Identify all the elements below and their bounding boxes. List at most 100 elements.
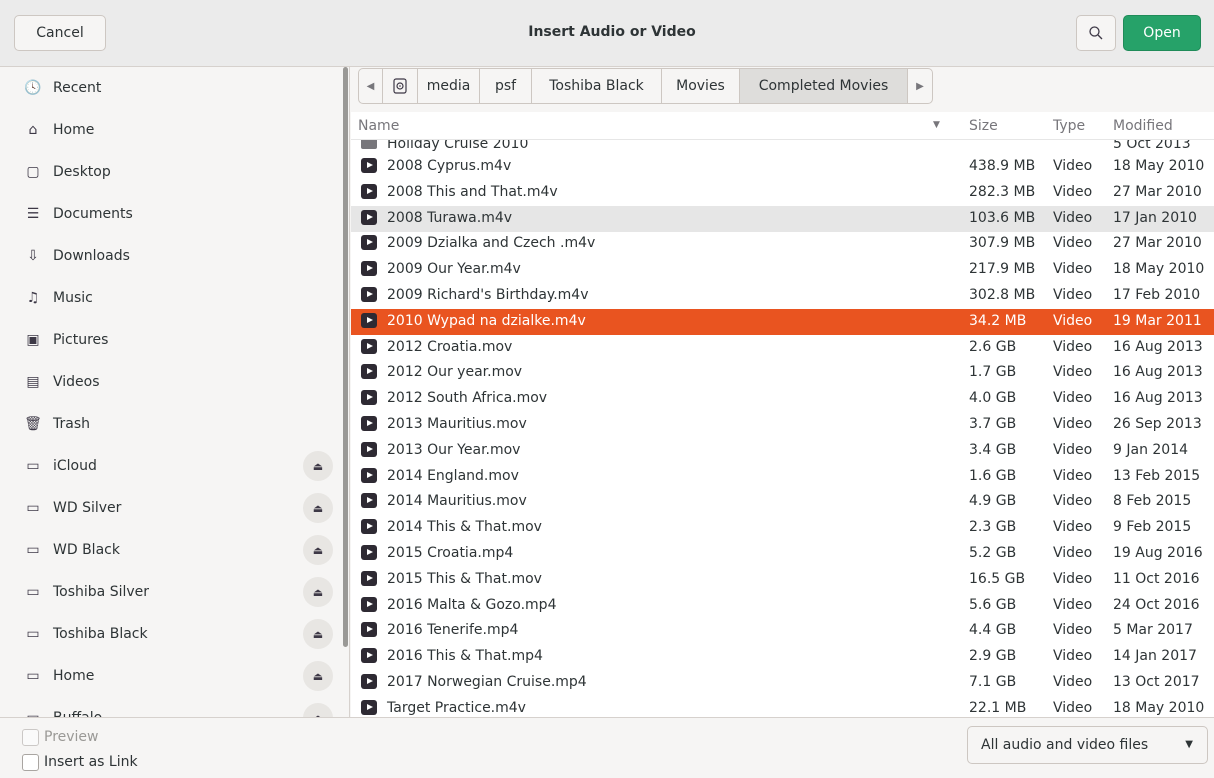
eject-icon[interactable]: ⏏ (303, 493, 333, 523)
file-name: 2008 Cyprus.m4v (387, 158, 512, 174)
file-row[interactable]: 2012 South Africa.mov 4.0 GB Video 16 Aug 2… (351, 386, 1214, 412)
eject-icon[interactable]: ⏏ (303, 535, 333, 565)
file-row[interactable]: 2014 England.mov 1.6 GB Video 13 Feb 2015 (351, 464, 1214, 490)
sidebar-item-label: Recent (53, 80, 102, 96)
file-type: Video (1053, 158, 1093, 174)
file-name: 2014 Mauritius.mov (387, 493, 527, 510)
sidebar-item-recent[interactable]: 🕓 Recent (0, 67, 340, 109)
file-name: 2013 Mauritius.mov (387, 416, 527, 432)
drive-icon: ▭ (26, 458, 40, 474)
search-button[interactable] (1076, 15, 1116, 51)
column-header-modified[interactable]: Modified (1113, 118, 1173, 134)
eject-icon[interactable]: ⏏ (303, 577, 333, 607)
eject-icon[interactable]: ⏏ (303, 619, 333, 649)
file-row[interactable]: 2008 Turawa.m4v 103.6 MB Video 17 Jan 2010 (351, 205, 1214, 232)
file-modified: 14 Jan 2017 (1113, 648, 1197, 665)
insert-as-link-checkbox[interactable] (22, 754, 39, 771)
file-row[interactable]: Target Practice.m4v 22.1 MB Video 18 May 20… (351, 696, 1214, 717)
sidebar-item-toshiba-black[interactable]: ▭ Toshiba Black ⏏ (0, 613, 340, 655)
sidebar-item-home[interactable]: ⌂ Home (0, 109, 340, 151)
sidebar-item-trash[interactable]: 🗑 Trash (0, 403, 340, 445)
video-file-icon (361, 648, 377, 664)
sidebar-item-pictures[interactable]: ▣ Pictures (0, 319, 340, 361)
file-row[interactable]: 2016 Malta & Gozo.mp4 5.6 GB Video 24 Oct 2… (351, 593, 1214, 619)
file-type: Video (1053, 648, 1093, 665)
eject-icon[interactable]: ⏏ (303, 703, 333, 717)
file-row[interactable]: 2009 Richard's Birthday.m4v 302.8 MB Video… (351, 283, 1214, 309)
file-size: 2.3 GB (969, 519, 1017, 536)
file-row[interactable]: 2012 Croatia.mov 2.6 GB Video 16 Aug 2013 (351, 335, 1214, 361)
column-header-type[interactable]: Type (1053, 118, 1085, 134)
sidebar-item-label: Trash (53, 416, 90, 432)
file-modified: 17 Feb 2010 (1113, 287, 1201, 303)
dialog-title: Insert Audio or Video (528, 24, 696, 40)
sidebar-item-downloads[interactable]: ⇩ Downloads (0, 235, 340, 277)
column-header-size[interactable]: Size (969, 118, 998, 134)
open-button[interactable]: Open (1123, 15, 1201, 51)
file-size: 34.2 MB (969, 312, 1027, 329)
file-row[interactable]: 2009 Dzialka and Czech .m4v 307.9 MB Video… (351, 231, 1214, 257)
sidebar-item-music[interactable]: ♫ Music (0, 277, 340, 319)
file-name: 2009 Dzialka and Czech .m4v (387, 235, 596, 252)
path-crumb-psf[interactable]: psf (480, 69, 532, 103)
sidebar-item-label: Music (53, 290, 93, 306)
sidebar-item-documents[interactable]: ☰ Documents (0, 193, 340, 235)
file-row[interactable]: 2014 Mauritius.mov 4.9 GB Video 8 Feb 2015 (351, 489, 1214, 515)
video-file-icon (361, 416, 377, 431)
file-name: 2012 Our year.mov (387, 364, 523, 381)
file-type-filter-select[interactable]: All audio and video files ▼ (967, 726, 1208, 764)
file-type: Video (1053, 312, 1093, 329)
sidebar-item-desktop[interactable]: ▢ Desktop (0, 151, 340, 193)
file-modified: 18 May 2010 (1113, 261, 1205, 278)
file-row[interactable]: 2013 Our Year.mov 3.4 GB Video 9 Jan 2014 (351, 438, 1214, 464)
eject-icon[interactable]: ⏏ (303, 451, 333, 481)
file-row[interactable]: 2008 This and That.m4v 282.3 MB Video 27 Ma… (351, 180, 1214, 206)
desktop-icon: ▢ (26, 164, 40, 180)
file-name: 2013 Our Year.mov (387, 441, 521, 458)
path-forward-button[interactable]: ▶ (908, 69, 932, 103)
file-row[interactable]: 2014 This & That.mov 2.3 GB Video 9 Feb 201… (351, 515, 1214, 541)
sort-down-icon[interactable]: ▼ (933, 120, 940, 130)
file-row[interactable]: 2008 Cyprus.m4v 438.9 MB Video 18 May 2010 (351, 154, 1214, 180)
file-row[interactable]: 2016 Tenerife.mp4 4.4 GB Video 5 Mar 2017 (351, 618, 1214, 644)
file-modified: 18 May 2010 (1113, 699, 1205, 716)
file-row[interactable]: 2016 This & That.mp4 2.9 GB Video 14 Jan 20… (351, 644, 1214, 670)
file-size: 7.1 GB (969, 674, 1017, 690)
file-row[interactable]: 2013 Mauritius.mov 3.7 GB Video 26 Sep 2013 (351, 412, 1214, 438)
path-crumb-movies[interactable]: Movies (662, 69, 740, 103)
sidebar-item-label: WD Silver (53, 500, 122, 516)
eject-icon[interactable]: ⏏ (303, 661, 333, 691)
sidebar-scrollbar[interactable] (343, 67, 348, 647)
sidebar-item-wd-black[interactable]: ▭ WD Black ⏏ (0, 529, 340, 571)
file-modified: 19 Aug 2016 (1113, 545, 1203, 561)
file-modified: 26 Sep 2013 (1113, 416, 1202, 432)
file-row[interactable]: 2015 Croatia.mp4 5.2 GB Video 19 Aug 2016 (351, 541, 1214, 567)
sidebar-item-icloud[interactable]: ▭ iCloud ⏏ (0, 445, 340, 487)
sidebar-item-buffalo[interactable]: ▭ Buffalo ⏏ (0, 697, 340, 717)
column-header-row: Name ▼ Size Type Modified (351, 112, 1214, 140)
video-file-icon (361, 545, 377, 560)
file-row[interactable]: 2017 Norwegian Cruise.mp4 7.1 GB Video 13 O… (351, 670, 1214, 696)
sidebar-item-toshiba-silver[interactable]: ▭ Toshiba Silver ⏏ (0, 571, 340, 613)
path-crumb-toshiba-black[interactable]: Toshiba Black (532, 69, 662, 103)
file-row[interactable]: 2010 Wypad na dzialke.m4v 34.2 MB Video 19 … (351, 308, 1214, 335)
sidebar-item-wd-silver[interactable]: ▭ WD Silver ⏏ (0, 487, 340, 529)
column-header-name[interactable]: Name (358, 118, 399, 134)
video-file-icon (361, 570, 377, 586)
file-size: 2.6 GB (969, 338, 1017, 355)
path-back-button[interactable]: ◀ (359, 69, 383, 103)
sidebar-item-videos[interactable]: ▤ Videos (0, 361, 340, 403)
path-root-button[interactable] (383, 69, 418, 103)
file-row[interactable]: 2009 Our Year.m4v 217.9 MB Video 18 May 201… (351, 257, 1214, 283)
file-row[interactable]: 2012 Our year.mov 1.7 GB Video 16 Aug 2013 (351, 360, 1214, 386)
preview-checkbox[interactable] (22, 729, 39, 746)
cancel-button[interactable]: Cancel (14, 15, 106, 51)
sidebar-item-label: Toshiba Silver (53, 584, 150, 600)
sidebar-item-home[interactable]: ▭ Home ⏏ (0, 655, 340, 697)
path-crumb-completed-movies[interactable]: Completed Movies (740, 69, 908, 103)
path-crumb-media[interactable]: media (418, 69, 480, 103)
file-name: 2009 Richard's Birthday.m4v (387, 287, 589, 303)
header-bar: Cancel Insert Audio or Video Open (0, 0, 1214, 67)
file-row[interactable]: 2015 This & That.mov 16.5 GB Video 11 Oct 2… (351, 567, 1214, 593)
file-modified: 24 Oct 2016 (1113, 596, 1200, 613)
